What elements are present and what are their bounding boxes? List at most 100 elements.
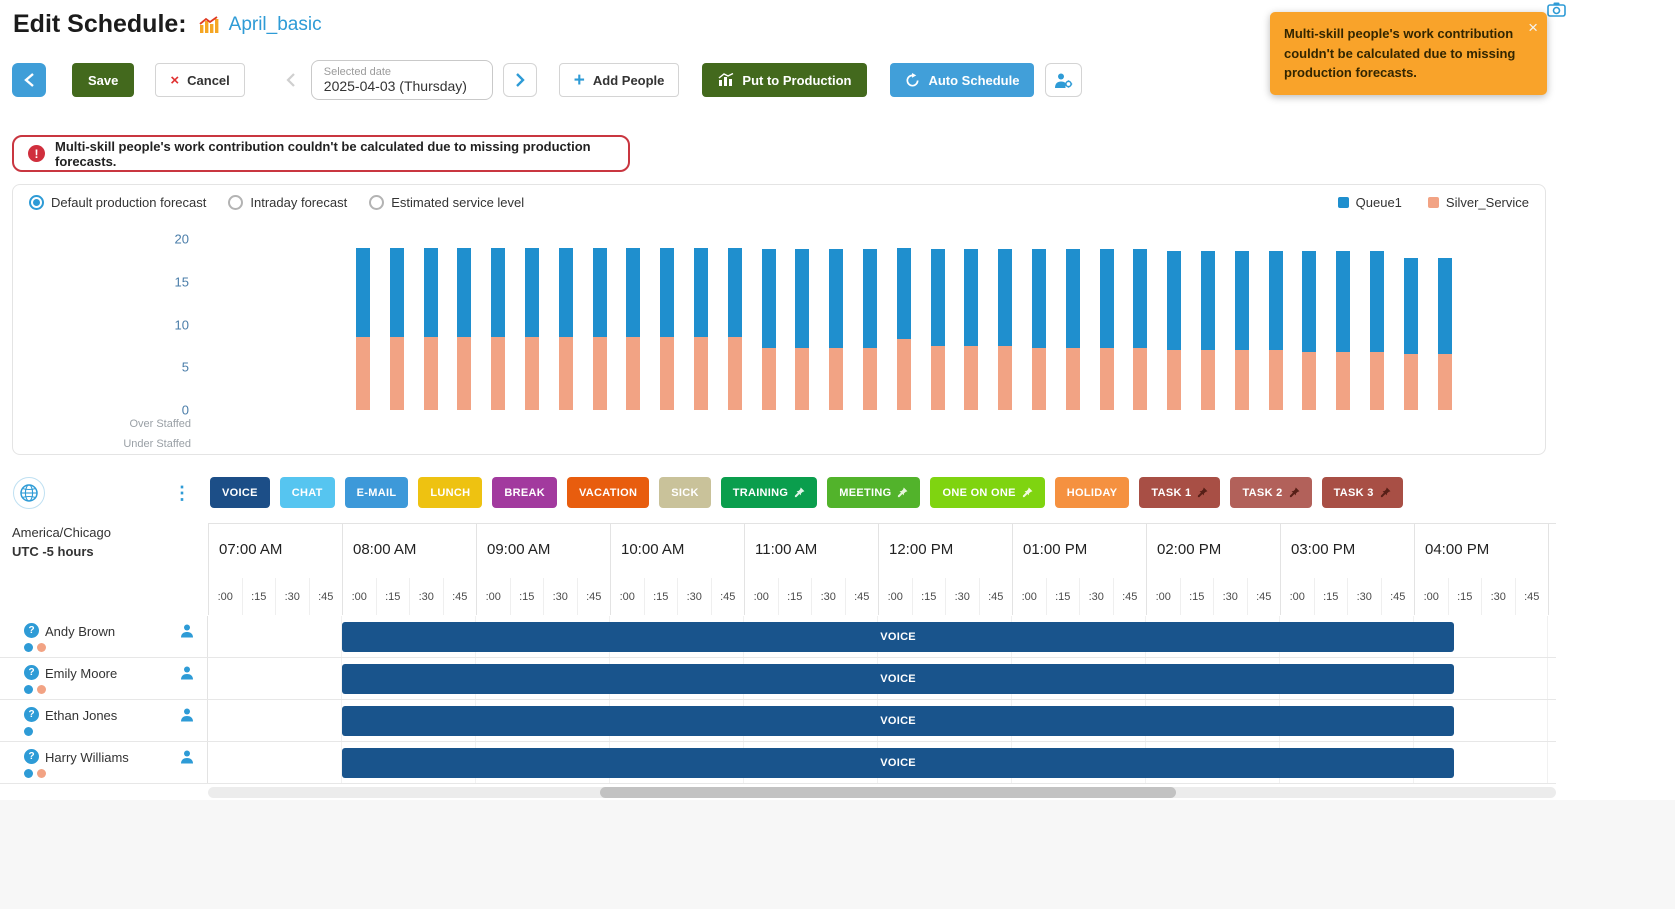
help-icon[interactable]: ?: [24, 665, 39, 680]
chart-bar-silver-service: [1438, 354, 1452, 410]
activity-chip-holiday[interactable]: HOLIDAY: [1055, 477, 1130, 508]
quarter-label: :15: [778, 578, 812, 615]
date-picker[interactable]: Selected date 2025-04-03 (Thursday): [311, 60, 493, 100]
activity-chip-meeting[interactable]: MEETING: [827, 477, 920, 508]
chart-bar-queue1: [593, 248, 607, 338]
person-icon[interactable]: [180, 708, 194, 722]
person-icon[interactable]: [180, 624, 194, 638]
activity-chip-task-1[interactable]: TASK 1: [1139, 477, 1220, 508]
quarter-label: :30: [1079, 578, 1113, 615]
chart-bar-queue1: [390, 248, 404, 338]
legend-item-0[interactable]: Queue1: [1338, 195, 1402, 210]
forecast-option-2[interactable]: Estimated service level: [369, 195, 524, 210]
quarter-label: :30: [543, 578, 577, 615]
date-picker-value: 2025-04-03 (Thursday): [324, 78, 467, 94]
quarter-label: :45: [1247, 578, 1281, 615]
timezone-globe-button[interactable]: [13, 477, 45, 509]
chart-bar-queue1: [1167, 251, 1181, 350]
shift-bar-voice[interactable]: VOICE: [342, 664, 1454, 694]
quarter-label: :15: [1314, 578, 1348, 615]
quarter-label: :45: [1381, 578, 1415, 615]
chart-bar-silver-service: [1032, 348, 1046, 410]
quarter-label: :00: [1012, 578, 1046, 615]
person-icon[interactable]: [180, 666, 194, 680]
pin-icon: [1289, 487, 1300, 498]
put-to-production-button[interactable]: Put to Production: [702, 63, 867, 97]
auto-schedule-label: Auto Schedule: [928, 73, 1019, 88]
activity-chip-label: SICK: [671, 487, 698, 499]
employee-row: ?Ethan Jones VOICE: [0, 700, 1556, 742]
chart-header: Default production forecastIntraday fore…: [13, 185, 1545, 219]
activity-chip-chat[interactable]: CHAT: [280, 477, 335, 508]
hour-label: 08:00 AM: [342, 524, 476, 578]
chart-bar-queue1: [1066, 249, 1080, 347]
activity-chip-task-3[interactable]: TASK 3: [1322, 477, 1403, 508]
next-day-button[interactable]: [503, 63, 537, 97]
quarter-label: :00: [1548, 578, 1556, 615]
shift-bar-voice[interactable]: VOICE: [342, 748, 1454, 778]
cancel-button[interactable]: × Cancel: [155, 63, 244, 97]
activity-chip-training[interactable]: TRAINING: [721, 477, 818, 508]
help-icon[interactable]: ?: [24, 623, 39, 638]
screenshot-icon[interactable]: [1547, 2, 1566, 17]
kebab-menu-button[interactable]: ⋮: [171, 478, 193, 508]
activity-chip-label: TRAINING: [733, 487, 789, 499]
hour-label: 04:00 PM: [1414, 524, 1548, 578]
activity-chip-one-on-one[interactable]: ONE ON ONE: [930, 477, 1044, 508]
forecast-option-label: Intraday forecast: [250, 195, 347, 210]
hour-label: 03:00 PM: [1280, 524, 1414, 578]
chart-bar-silver-service: [593, 337, 607, 410]
chart-bar-silver-service: [1201, 350, 1215, 410]
shift-label: VOICE: [880, 673, 916, 685]
chart-bar-queue1: [1438, 258, 1452, 355]
help-icon[interactable]: ?: [24, 749, 39, 764]
people-settings-button[interactable]: [1045, 63, 1082, 97]
chevron-left-icon: [24, 72, 35, 88]
shift-bar-voice[interactable]: VOICE: [342, 706, 1454, 736]
save-button[interactable]: Save: [72, 63, 134, 97]
previous-day-button[interactable]: [281, 63, 301, 97]
chart-bar-silver-service: [1167, 350, 1181, 410]
activity-chip-voice[interactable]: VOICE: [210, 477, 270, 508]
quarter-label: :30: [1481, 578, 1515, 615]
activity-chip-lunch[interactable]: LUNCH: [418, 477, 482, 508]
activity-chip-task-2[interactable]: TASK 2: [1230, 477, 1311, 508]
person-icon[interactable]: [180, 750, 194, 764]
chart-bar-silver-service: [1269, 350, 1283, 410]
quarter-label: :45: [979, 578, 1013, 615]
chart-bar-queue1: [491, 248, 505, 338]
add-people-button[interactable]: + Add People: [559, 63, 680, 97]
legend-item-1[interactable]: Silver_Service: [1428, 195, 1529, 210]
activity-chip-vacation[interactable]: VACATION: [567, 477, 649, 508]
auto-schedule-button[interactable]: Auto Schedule: [890, 63, 1034, 97]
employee-rows: ?Andy BrownVOICE?Emily MooreVOICE?Ethan …: [0, 616, 1556, 784]
quarter-label: :45: [1515, 578, 1549, 615]
hour-label: 10:00 AM: [610, 524, 744, 578]
chart-bar-silver-service: [424, 337, 438, 410]
chart-bar-queue1: [525, 248, 539, 338]
schedule-name-link[interactable]: April_basic: [229, 14, 322, 36]
employee-cell[interactable]: ?Andy Brown: [0, 616, 208, 657]
chart-bar-queue1: [964, 249, 978, 346]
quarter-label: :15: [242, 578, 276, 615]
employee-cell[interactable]: ?Ethan Jones: [0, 700, 208, 741]
activity-chips: VOICE CHAT E-MAIL LUNCH BREAK VACATION SICK TRA…: [210, 477, 1403, 508]
employee-cell[interactable]: ?Emily Moore: [0, 658, 208, 699]
shift-bar-voice[interactable]: VOICE: [342, 622, 1454, 652]
cancel-label: Cancel: [187, 73, 230, 88]
hour-label: 07:00 AM: [208, 524, 342, 578]
horizontal-scrollbar[interactable]: [208, 787, 1556, 798]
toast-close-icon[interactable]: ×: [1528, 15, 1538, 41]
back-button[interactable]: [12, 63, 46, 97]
activity-chip-e-mail[interactable]: E-MAIL: [345, 477, 409, 508]
help-icon[interactable]: ?: [24, 707, 39, 722]
shift-label: VOICE: [880, 631, 916, 643]
forecast-option-label: Estimated service level: [391, 195, 524, 210]
scrollbar-thumb[interactable]: [600, 787, 1176, 798]
employee-cell[interactable]: ?Harry Williams: [0, 742, 208, 783]
activity-chip-sick[interactable]: SICK: [659, 477, 710, 508]
forecast-option-1[interactable]: Intraday forecast: [228, 195, 347, 210]
chart-bar-silver-service: [559, 337, 573, 410]
quarter-label: :30: [1213, 578, 1247, 615]
activity-chip-break[interactable]: BREAK: [492, 477, 557, 508]
